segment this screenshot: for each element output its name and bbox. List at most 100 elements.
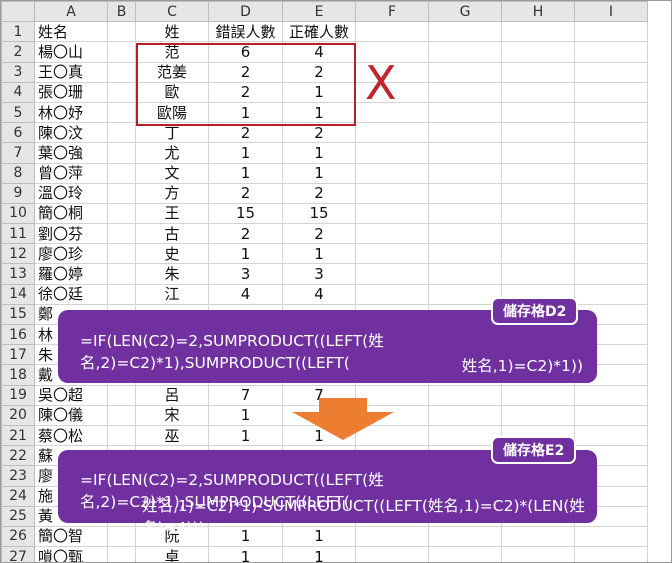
cell-d[interactable]: 2 [208, 182, 283, 204]
row-header[interactable]: 3 [1, 61, 35, 83]
cell-g[interactable] [428, 263, 502, 285]
cell-i[interactable] [574, 182, 648, 204]
cell-c[interactable]: 姓 [135, 21, 209, 43]
cell-e[interactable]: 2 [282, 122, 356, 144]
row-header[interactable]: 18 [1, 364, 35, 386]
cell-c[interactable]: 丁 [135, 122, 209, 144]
row-header[interactable]: 24 [1, 485, 35, 507]
cell-f[interactable] [355, 546, 429, 562]
cell-d[interactable]: 1 [208, 162, 283, 184]
cell-a[interactable]: 簡〇智 [34, 525, 108, 548]
cell-e[interactable]: 2 [282, 182, 356, 204]
cell-i[interactable] [574, 81, 648, 103]
cell-d[interactable]: 4 [208, 283, 283, 305]
cell-f[interactable] [355, 283, 429, 305]
cell-g[interactable] [428, 21, 502, 43]
cell-a[interactable]: 林〇妤 [34, 101, 108, 124]
cell-h[interactable] [501, 101, 575, 124]
cell-d[interactable]: 1 [208, 243, 283, 265]
cell-e[interactable]: 1 [282, 162, 356, 184]
cell-g[interactable] [428, 202, 502, 225]
cell-g[interactable] [428, 182, 502, 204]
cell-i[interactable] [574, 142, 648, 164]
cell-i[interactable] [574, 41, 648, 63]
row-header[interactable]: 6 [1, 122, 35, 144]
cell-d[interactable]: 錯誤人數 [208, 21, 283, 43]
cell-h[interactable] [501, 41, 575, 63]
cell-i[interactable] [574, 61, 648, 83]
cell-b[interactable] [107, 182, 136, 204]
cell-h[interactable] [501, 162, 575, 184]
cell-e[interactable]: 1 [282, 101, 356, 124]
cell-a[interactable]: 陳〇儀 [34, 404, 108, 426]
cell-a[interactable]: 葉〇強 [34, 142, 108, 164]
cell-b[interactable] [107, 424, 136, 447]
cell-b[interactable] [107, 202, 136, 225]
cell-c[interactable]: 巫 [135, 424, 209, 447]
cell-f[interactable] [355, 21, 429, 43]
cell-c[interactable]: 王 [135, 202, 209, 225]
cell-i[interactable] [574, 243, 648, 265]
column-header-e[interactable]: E [282, 1, 356, 23]
row-header[interactable]: 21 [1, 424, 35, 447]
cell-d[interactable]: 1 [208, 424, 283, 447]
cell-e[interactable]: 1 [282, 142, 356, 164]
cell-a[interactable]: 楊〇山 [34, 41, 108, 63]
cell-f[interactable] [355, 243, 429, 265]
cell-i[interactable] [574, 122, 648, 144]
cell-a[interactable]: 劉〇芬 [34, 223, 108, 245]
cell-f[interactable] [355, 182, 429, 204]
cell-b[interactable] [107, 101, 136, 124]
column-header-a[interactable]: A [34, 1, 108, 23]
cell-a[interactable]: 羅〇婷 [34, 263, 108, 285]
cell-a[interactable]: 廖〇珍 [34, 243, 108, 265]
row-header[interactable]: 11 [1, 223, 35, 245]
row-header[interactable]: 19 [1, 384, 35, 406]
cell-d[interactable]: 1 [208, 142, 283, 164]
row-header[interactable]: 22 [1, 445, 35, 467]
cell-h[interactable] [501, 223, 575, 245]
cell-i[interactable] [574, 424, 648, 447]
column-header-b[interactable]: B [107, 1, 136, 23]
cell-a[interactable]: 簡〇桐 [34, 202, 108, 225]
row-header[interactable]: 4 [1, 81, 35, 103]
row-header[interactable]: 27 [1, 546, 35, 562]
row-header[interactable]: 1 [1, 21, 35, 43]
cell-d[interactable]: 6 [208, 41, 283, 63]
cell-e[interactable]: 1 [282, 243, 356, 265]
select-all-corner[interactable] [1, 1, 35, 23]
cell-b[interactable] [107, 41, 136, 63]
cell-i[interactable] [574, 384, 648, 406]
cell-h[interactable] [501, 546, 575, 562]
row-header[interactable]: 20 [1, 404, 35, 426]
cell-a[interactable]: 徐〇廷 [34, 283, 108, 305]
cell-b[interactable] [107, 283, 136, 305]
column-header-d[interactable]: D [208, 1, 283, 23]
cell-h[interactable] [501, 384, 575, 406]
row-header[interactable]: 26 [1, 525, 35, 548]
cell-c[interactable]: 古 [135, 223, 209, 245]
cell-d[interactable]: 15 [208, 202, 283, 225]
cell-b[interactable] [107, 21, 136, 43]
row-header[interactable]: 25 [1, 505, 35, 527]
cell-e[interactable]: 2 [282, 61, 356, 83]
cell-b[interactable] [107, 81, 136, 103]
cell-b[interactable] [107, 142, 136, 164]
cell-g[interactable] [428, 384, 502, 406]
cell-a[interactable]: 張〇珊 [34, 81, 108, 103]
cell-b[interactable] [107, 384, 136, 406]
cell-i[interactable] [574, 404, 648, 426]
row-header[interactable]: 10 [1, 202, 35, 225]
cell-c[interactable]: 宋 [135, 404, 209, 426]
cell-c[interactable]: 卓 [135, 546, 209, 562]
row-header[interactable]: 16 [1, 323, 35, 346]
cell-f[interactable] [355, 202, 429, 225]
cell-b[interactable] [107, 122, 136, 144]
cell-c[interactable]: 歐 [135, 81, 209, 103]
cell-c[interactable]: 史 [135, 243, 209, 265]
cell-a[interactable]: 嗩〇甄 [34, 546, 108, 562]
cell-c[interactable]: 江 [135, 283, 209, 305]
row-header[interactable]: 12 [1, 243, 35, 265]
cell-i[interactable] [574, 101, 648, 124]
row-header[interactable]: 23 [1, 465, 35, 487]
